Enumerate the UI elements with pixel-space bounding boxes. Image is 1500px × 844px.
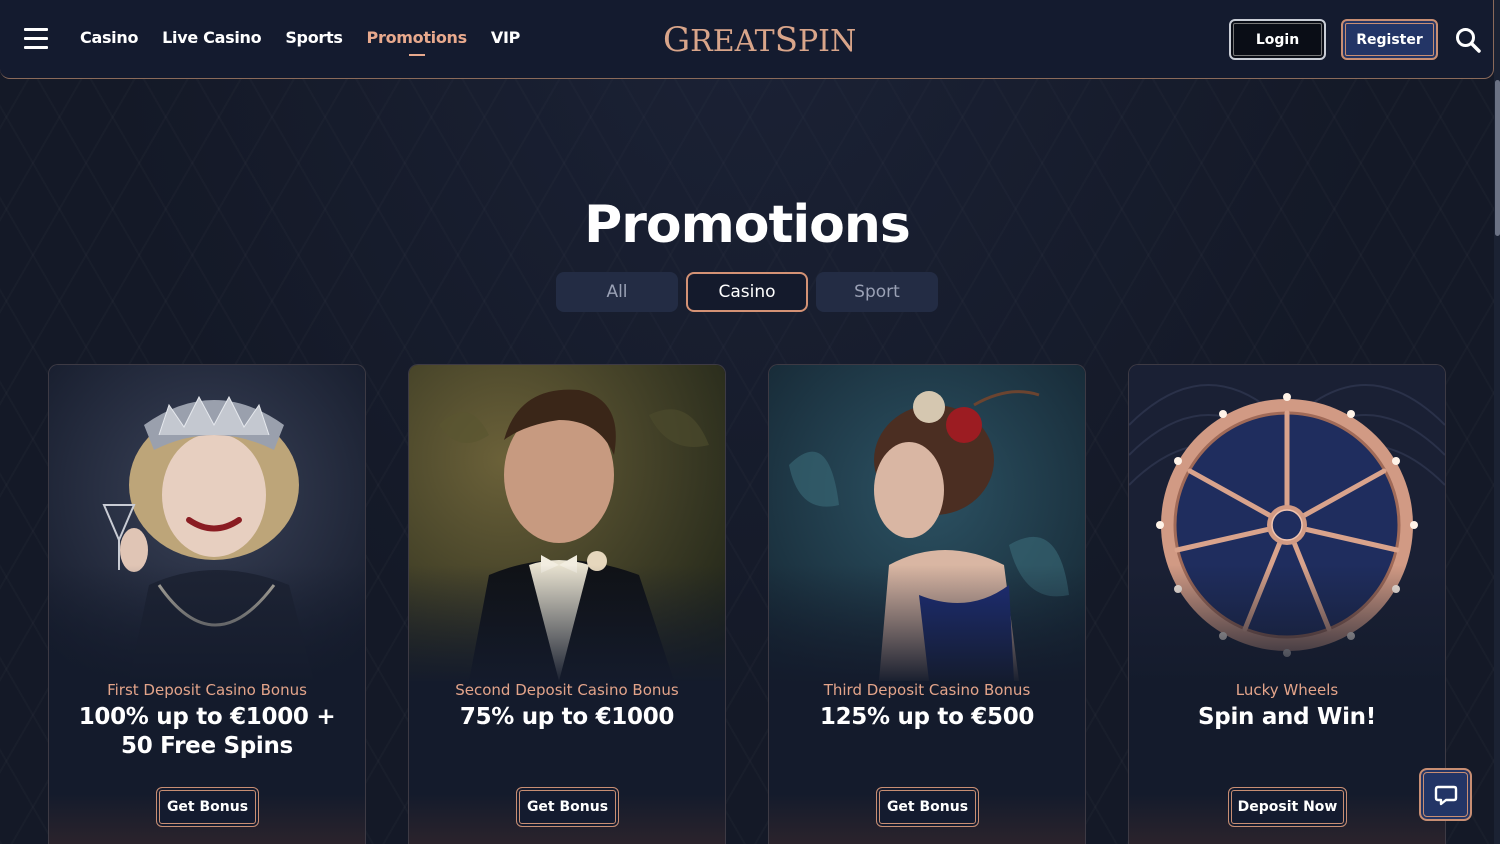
chat-icon	[1434, 785, 1457, 805]
get-bonus-button[interactable]: Get Bonus	[156, 787, 259, 827]
promo-subtitle: First Deposit Casino Bonus	[107, 681, 307, 699]
top-header: Casino Live Casino Sports Promotions VIP…	[0, 0, 1494, 79]
nav-casino[interactable]: Casino	[80, 28, 138, 47]
promo-headline: 100% up to €1000 + 50 Free Spins	[78, 704, 336, 759]
get-bonus-button[interactable]: Get Bonus	[516, 787, 619, 827]
get-bonus-button[interactable]: Get Bonus	[876, 787, 979, 827]
chat-button[interactable]	[1419, 768, 1472, 821]
promo-headline: 125% up to €500	[819, 704, 1035, 730]
page-scrollbar[interactable]	[1494, 0, 1500, 844]
tab-sport[interactable]: Sport	[816, 272, 938, 312]
main-nav: Casino Live Casino Sports Promotions VIP	[80, 28, 544, 47]
promo-card-first-deposit: First Deposit Casino Bonus 100% up to €1…	[48, 364, 366, 844]
nav-live-casino[interactable]: Live Casino	[162, 28, 261, 47]
promo-filter-tabs: All Casino Sport	[556, 272, 938, 312]
deposit-now-button[interactable]: Deposit Now	[1228, 787, 1347, 827]
login-button[interactable]: Login	[1229, 19, 1326, 60]
promo-subtitle: Second Deposit Casino Bonus	[455, 681, 679, 699]
promo-card-third-deposit: Third Deposit Casino Bonus 125% up to €5…	[768, 364, 1086, 844]
tab-casino[interactable]: Casino	[686, 272, 808, 312]
promo-card-second-deposit: Second Deposit Casino Bonus 75% up to €1…	[408, 364, 726, 844]
hamburger-menu-icon[interactable]	[24, 28, 48, 50]
promo-card-lucky-wheels: Lucky Wheels Spin and Win! Deposit Now	[1128, 364, 1446, 844]
nav-vip[interactable]: VIP	[491, 28, 520, 47]
greatspin-logo[interactable]: GREATSPIN	[663, 20, 856, 60]
page-title: Promotions	[584, 194, 911, 255]
promo-subtitle: Lucky Wheels	[1235, 681, 1339, 699]
search-icon[interactable]	[1455, 27, 1481, 53]
register-button[interactable]: Register	[1341, 19, 1438, 60]
scrollbar-thumb[interactable]	[1495, 80, 1500, 236]
tab-all[interactable]: All	[556, 272, 678, 312]
promo-subtitle: Third Deposit Casino Bonus	[823, 681, 1031, 699]
nav-promotions[interactable]: Promotions	[367, 28, 468, 47]
promo-headline: Spin and Win!	[1198, 704, 1376, 730]
nav-sports[interactable]: Sports	[285, 28, 343, 47]
promo-headline: 75% up to €1000	[459, 704, 675, 730]
